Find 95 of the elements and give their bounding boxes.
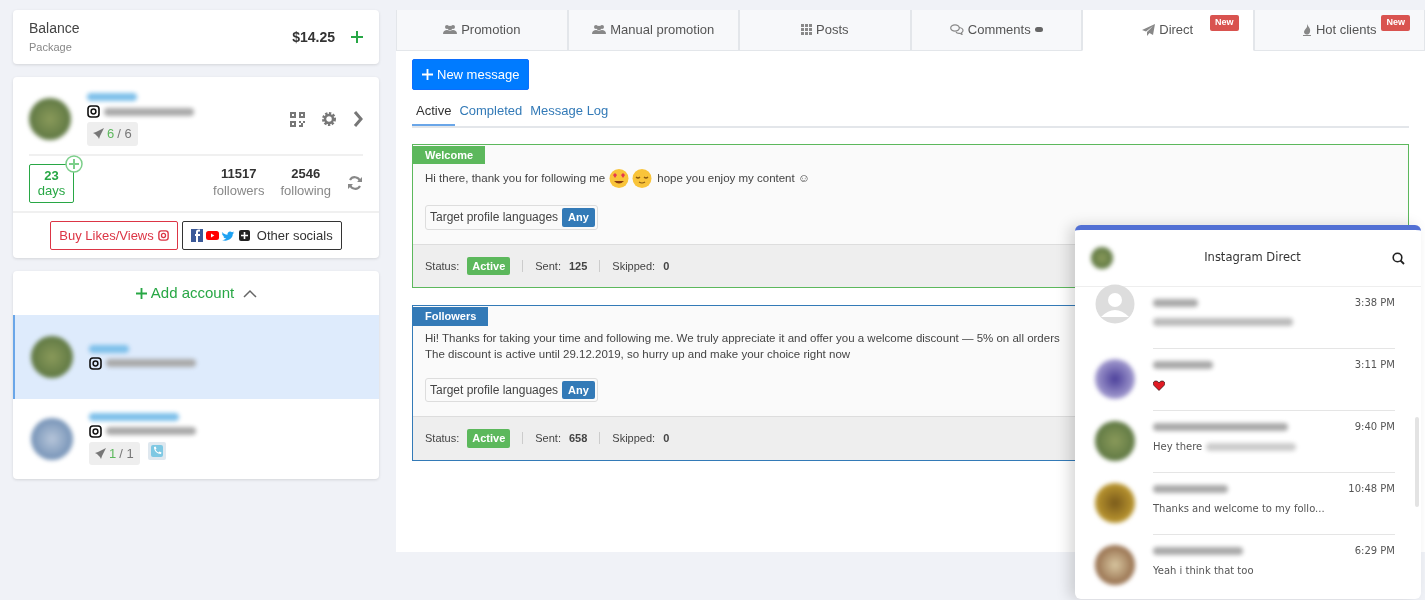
followers-label: followers [213,183,265,200]
following-count: 2546 [290,166,322,184]
new-badge: New [1210,15,1239,31]
flame-icon [1301,23,1312,36]
comments-icon [949,24,964,36]
plus-icon [135,287,147,299]
tab[interactable]: Promotion [396,10,568,51]
message-text: Hi! Thanks for taking your time and following me. We truly appreciate it and offer you a welcome discount — 5% on all orders [425,330,1061,346]
language-tag: Any [562,380,595,400]
conversation-item[interactable]: 6:29 PM Yeah i think that too [1075,535,1415,597]
grid-icon [801,24,812,36]
message-text: The discount is active until 29.12.2019, so hurry up and make your choice right now [425,346,852,362]
qr-code-icon[interactable] [290,111,305,127]
conversation-item[interactable]: 9:40 PM Hey there [1075,411,1415,473]
status-tag: Active [467,256,511,275]
users-icon [443,24,458,36]
pill-icon [1034,27,1043,33]
avatar-photo [31,336,73,379]
tab[interactable]: Hot clients New [1253,10,1425,51]
avatar-photo [1095,483,1135,523]
package-label: Package [29,40,73,56]
conversation-item[interactable]: 3:11 PM [1075,349,1415,411]
chevron-right-icon[interactable] [353,111,363,128]
message-preview: Yeah i think that too [1153,565,1254,576]
buy-likes-button[interactable]: Buy Likes/Views [50,220,178,251]
blurred-name [87,93,137,101]
sub-tab[interactable]: Active [412,98,456,126]
avatar-photo [1095,421,1135,461]
tab[interactable]: Comments [910,10,1082,51]
status-label: Status: [425,258,460,274]
blurred-username [1153,360,1213,369]
tab[interactable]: Manual promotion [567,10,739,51]
instagram-icon [87,105,100,118]
chevron-up-icon[interactable] [243,288,258,298]
message-time: 6:29 PM [1354,544,1395,558]
message-title: Followers [413,307,489,326]
tab[interactable]: Direct New [1082,10,1254,51]
status-tag: Active [467,429,511,448]
users-icon [592,24,607,36]
instagram-icon [89,356,102,370]
avatar-photo [31,418,73,461]
settings-icon[interactable] [321,111,337,128]
tab[interactable]: Posts [739,10,911,51]
skipped-count: 0 [663,431,670,447]
skipped-label: Skipped: [612,258,656,274]
social-networks-icon [190,228,253,242]
search-icon[interactable] [1392,251,1405,265]
blurred-name [89,344,129,353]
sub-tab[interactable]: Completed [455,98,527,126]
sent-count: 125 [568,258,588,274]
paper-plane-icon [1142,23,1156,36]
sub-tab[interactable]: Message Log [526,98,613,126]
message-time: 10:48 PM [1348,482,1395,496]
balance-label: Balance [29,19,81,39]
language-tag: Any [562,208,595,227]
other-socials-button[interactable]: Other socials [181,220,342,251]
skipped-count: 0 [663,258,670,274]
account-item[interactable] [13,315,379,400]
skipped-label: Skipped: [612,431,656,447]
message-text: Hi there, thank you for following me hope you enjoy my content ☺ [425,168,1408,189]
message-time: 9:40 PM [1354,420,1395,434]
languages-filter: Target profile languages Any [425,377,598,403]
avatar-photo [29,98,71,141]
following-label: following [280,183,331,200]
avatar-photo [1095,545,1135,585]
instagram-icon [89,424,102,438]
panel-title: Instagram Direct [1203,249,1302,267]
blurred-username [1153,298,1198,307]
rocket-counter: 1 / 1 [89,441,140,466]
balance-amount: $14.25 [292,27,335,47]
message-title: Welcome [413,145,486,164]
message-time: 3:11 PM [1354,358,1395,372]
instagram-icon [157,229,169,241]
sent-count: 658 [568,431,588,447]
heart-icon [1153,379,1165,391]
new-message-button[interactable]: New message [412,58,530,90]
refresh-icon[interactable] [347,175,363,192]
add-funds-icon[interactable] [351,31,363,43]
sent-label: Sent: [535,431,561,447]
conversation-item[interactable]: 10:48 PM Thanks and welcome to my follo... [1075,473,1415,535]
followers-count: 11517 [220,166,258,184]
avatar-photo [1095,359,1135,399]
default-avatar-icon [1095,284,1135,324]
new-badge: New [1381,15,1410,31]
conversation-item[interactable]: 3:38 PM [1075,287,1415,349]
rocket-counter: 6 / 6 [87,122,138,146]
message-time: 3:38 PM [1354,296,1395,310]
avatar-photo [1091,247,1113,269]
sent-label: Sent: [535,258,561,274]
languages-filter: Target profile languages Any [425,205,598,230]
account-item[interactable]: 1 / 1 [13,399,379,480]
plus-icon [422,68,433,80]
message-preview: Hey there [1153,441,1203,452]
message-preview: Thanks and welcome to my follo... [1153,503,1325,514]
status-label: Status: [425,431,460,447]
